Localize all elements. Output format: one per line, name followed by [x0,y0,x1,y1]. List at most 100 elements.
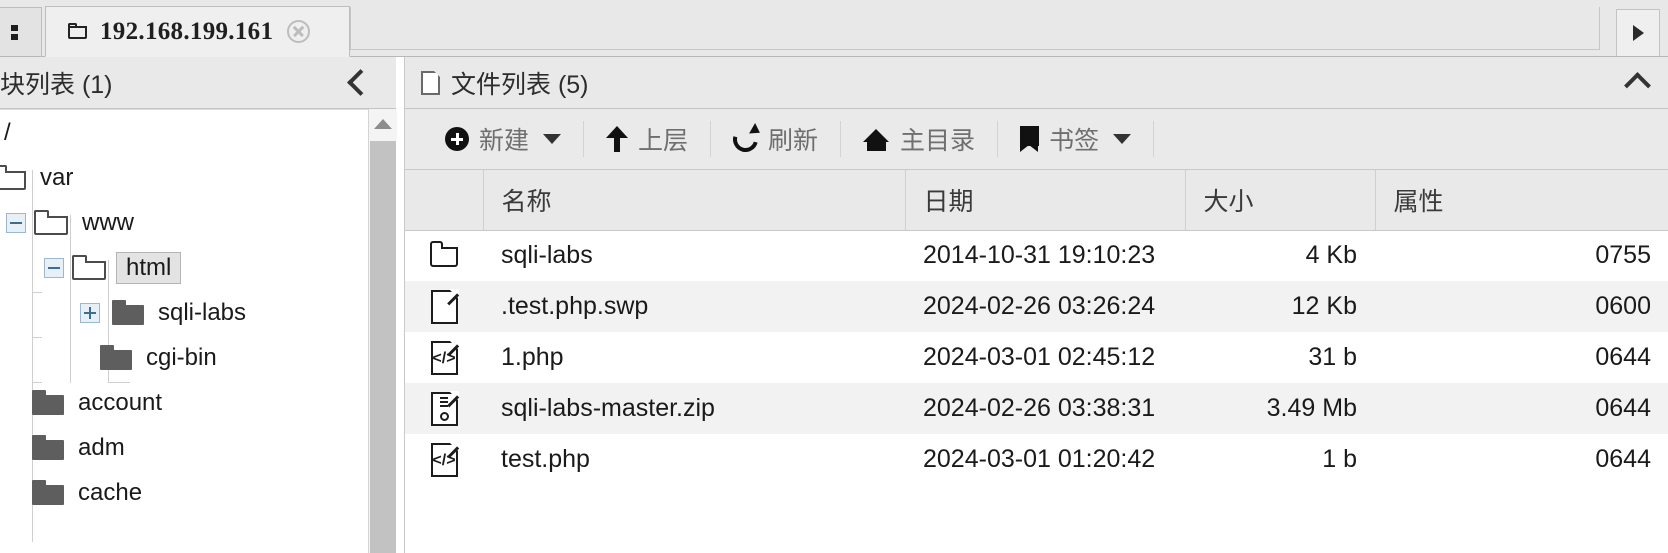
chevron-up-icon[interactable] [1624,72,1651,99]
tree-item-label: adm [78,433,125,461]
file-name: .test.php.swp [483,281,905,332]
tree-item-cgi-bin[interactable]: cgi-bin [0,335,396,380]
chevron-down-icon[interactable] [1113,134,1132,144]
tree-item-label: www [82,208,134,236]
file-date: 2014-10-31 19:10:23 [905,230,1185,281]
folder-closed-icon [32,435,64,460]
tree-item-html[interactable]: html [0,245,396,290]
tree-item-label: sqli-labs [158,298,247,326]
file-icon-cell [405,281,483,332]
file-list-table-wrapper: 名称 日期 大小 属性 sqli-labs 2014-10-31 19:10:2… [405,170,1668,553]
document-icon [421,69,441,95]
new-button-label: 新建 [479,127,530,155]
folder-icon [429,239,459,273]
bookmarks-button[interactable]: 书签 [998,109,1153,169]
home-directory-label: 主目录 [900,127,976,155]
tab-label: 192.168.199.161 [100,17,274,45]
table-row[interactable]: sqli-labs 2014-10-31 19:10:23 4 Kb 0755 [405,230,1668,281]
folder-closed-icon [32,480,64,505]
file-manager-window: 192.168.199.161 块列表 (1) / var www html s… [0,0,1668,553]
file-list-header-left: 文件列表 (5) [421,65,589,101]
folder-closed-icon [100,345,132,370]
directory-tree-header: 块列表 (1) [0,57,396,109]
chevron-down-icon[interactable] [543,134,562,144]
file-toolbar: 新建 上层 刷新 主目录 书签 [405,109,1668,170]
file-date: 2024-03-01 01:20:42 [905,434,1185,485]
file-list-header: 文件列表 (5) [405,57,1668,109]
file-permissions: 0755 [1375,230,1668,281]
file-date: 2024-03-01 02:45:12 [905,332,1185,383]
file-list-panel: 文件列表 (5) 新建 上层 刷新 主目录 书签 名称 日期 大小 属性 sql… [404,57,1668,553]
new-button[interactable]: 新建 [423,109,583,169]
file-date: 2024-02-26 03:38:31 [905,383,1185,434]
zip-file-icon [430,390,459,426]
file-icon-cell [405,383,483,434]
tree-item-www[interactable]: www [0,200,396,245]
directory-tree-scrollbar[interactable] [368,109,397,553]
tree-collapse-toggle[interactable] [44,257,64,278]
directory-tree[interactable]: / var www html sqli-labs cgi-bin account… [0,109,396,553]
file-size: 3.49 Mb [1185,383,1375,434]
tree-item-account[interactable]: account [0,380,396,425]
folder-closed-icon [32,390,64,415]
file-list-head: 名称 日期 大小 属性 [405,170,1668,231]
chevron-left-icon[interactable] [347,69,374,96]
tab-overflow-handle[interactable] [0,7,42,56]
table-row[interactable]: </> test.php 2024-03-01 01:20:42 1 b 064… [405,434,1668,485]
refresh-button[interactable]: 刷新 [711,109,840,169]
refresh-icon [733,127,758,152]
close-icon[interactable] [287,20,311,43]
file-list-body: sqli-labs 2014-10-31 19:10:23 4 Kb 0755 … [405,230,1668,485]
toolbar-separator [1153,121,1155,157]
column-header-attr[interactable]: 属性 [1375,170,1668,231]
bookmark-icon [1020,126,1040,152]
tree-item-sqli-labs[interactable]: sqli-labs [0,290,396,335]
file-permissions: 0644 [1375,383,1668,434]
tree-item-root[interactable]: / [0,110,396,155]
column-header-name[interactable]: 名称 [483,170,906,231]
table-row[interactable]: sqli-labs-master.zip 2024-02-26 03:38:31… [405,383,1668,434]
document-icon [430,288,459,324]
column-header-size[interactable]: 大小 [1185,170,1376,231]
home-directory-button[interactable]: 主目录 [841,109,997,169]
file-size: 12 Kb [1185,281,1375,332]
directory-tree-panel: 块列表 (1) / var www html sqli-labs cgi-bin… [0,57,397,553]
scrollbar-thumb[interactable] [370,141,396,553]
file-size: 31 b [1185,332,1375,383]
tree-item-label: cache [78,478,143,506]
tree-item-label: var [40,163,74,191]
table-row[interactable]: .test.php.swp 2024-02-26 03:26:24 12 Kb … [405,281,1668,332]
file-size: 4 Kb [1185,230,1375,281]
folder-open-icon [34,210,68,235]
file-icon-cell [405,230,483,281]
folder-icon [68,23,89,40]
table-row[interactable]: </> 1.php 2024-03-01 02:45:12 31 b 0644 [405,332,1668,383]
tree-collapse-toggle[interactable] [6,212,26,233]
tab-handle-icon [11,25,18,41]
file-date: 2024-02-26 03:26:24 [905,281,1185,332]
chevron-right-icon [1632,25,1644,41]
scrollbar-up-button[interactable] [369,109,397,139]
tree-expand-toggle[interactable] [80,302,100,323]
file-permissions: 0644 [1375,434,1668,485]
scroll-up-arrow-icon [374,119,392,129]
tab-strip-empty-area [350,7,1600,50]
tree-item-var[interactable]: var [0,155,396,200]
tab-scroll-right-button[interactable] [1616,9,1660,56]
tree-item-adm[interactable]: adm [0,425,396,470]
home-icon [863,127,890,151]
table-header-row: 名称 日期 大小 属性 [405,170,1668,231]
folder-open-icon [0,165,26,190]
column-header-icon[interactable] [405,170,484,231]
circle-plus-icon [445,127,469,151]
file-name: 1.php [483,332,905,383]
tree-item-cache[interactable]: cache [0,470,396,515]
directory-tree-title: 块列表 (1) [0,70,113,99]
tab-192-168-199-161[interactable]: 192.168.199.161 [45,6,350,57]
parent-directory-button[interactable]: 上层 [584,109,710,169]
folder-open-icon [72,255,106,280]
column-header-date[interactable]: 日期 [905,170,1186,231]
tree-item-label: cgi-bin [146,343,217,371]
arrow-up-icon [606,126,629,152]
code-file-icon: </> [430,441,459,477]
